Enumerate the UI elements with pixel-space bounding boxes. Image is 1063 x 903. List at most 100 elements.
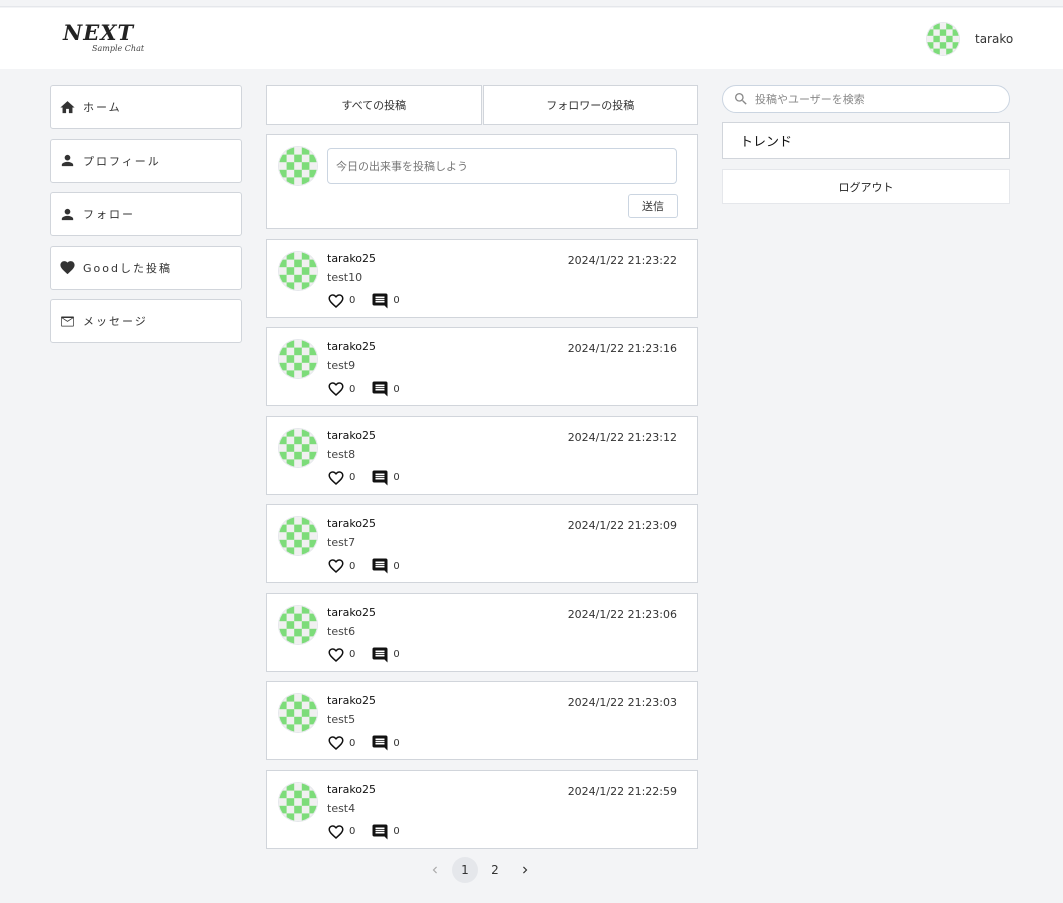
main-column: すべての投稿 フォロワーの投稿 送信 tarako25 2024/1/22 21…: [266, 85, 698, 849]
sidebar-item-follow[interactable]: フォロー: [50, 192, 242, 236]
post-text: test9: [327, 359, 356, 372]
comment-button[interactable]: 0: [371, 292, 400, 310]
heart-outline-icon: [328, 559, 344, 574]
search-icon: [735, 93, 747, 105]
tab-all-posts[interactable]: すべての投稿: [266, 85, 482, 125]
next-page-button[interactable]: [512, 857, 538, 883]
post-text: test7: [327, 536, 356, 549]
sidebar-item-label: メッセージ: [83, 315, 148, 328]
post-timestamp: 2024/1/22 21:22:59: [567, 784, 677, 798]
right-column: トレンド ログアウト: [722, 85, 1010, 204]
like-button[interactable]: 0: [327, 292, 355, 310]
post-card[interactable]: tarako25 2024/1/22 21:22:59 test4 0 0: [266, 769, 698, 849]
person-icon: [59, 152, 76, 169]
sidebar-item-label: ホーム: [83, 101, 122, 114]
heart-outline-icon: [328, 382, 344, 397]
avatar[interactable]: [278, 781, 318, 822]
sidebar-item-label: プロフィール: [83, 154, 161, 168]
post-actions: 0 0: [327, 469, 400, 487]
sidebar-item-label: フォロー: [83, 208, 135, 221]
heart-outline-icon: [328, 736, 344, 751]
comment-button[interactable]: 0: [371, 823, 400, 841]
like-button[interactable]: 0: [327, 646, 355, 664]
like-button[interactable]: 0: [327, 823, 355, 841]
post-card[interactable]: tarako25 2024/1/22 21:23:03 test5 0 0: [266, 681, 698, 760]
post-card[interactable]: tarako25 2024/1/22 21:23:12 test8 0 0: [266, 415, 698, 495]
sidebar-item-profile[interactable]: プロフィール: [50, 138, 242, 183]
page-button-2[interactable]: 2: [482, 857, 508, 883]
avatar[interactable]: [278, 250, 318, 291]
post-card[interactable]: tarako25 2024/1/22 21:23:06 test6 0 0: [266, 592, 698, 672]
like-button[interactable]: 0: [327, 469, 355, 487]
avatar[interactable]: [278, 516, 318, 556]
post-text: test6: [327, 624, 356, 638]
post-timestamp: 2024/1/22 21:23:22: [567, 253, 677, 267]
comment-count: 0: [393, 383, 400, 395]
comment-icon: [372, 293, 388, 308]
comment-button[interactable]: 0: [371, 557, 400, 575]
like-button[interactable]: 0: [327, 734, 355, 752]
post-composer: 送信: [266, 134, 698, 229]
avatar-pattern: [927, 23, 959, 55]
avatar[interactable]: [278, 693, 318, 733]
post-username[interactable]: tarako25: [327, 694, 376, 707]
like-count: 0: [349, 472, 356, 483]
like-count: 0: [349, 560, 356, 572]
comment-icon: [372, 824, 388, 839]
avatar[interactable]: [278, 604, 318, 645]
avatar-pattern: [279, 340, 317, 378]
prev-page-button[interactable]: [422, 857, 448, 883]
comment-count: 0: [393, 560, 400, 572]
comment-button[interactable]: 0: [371, 469, 400, 487]
sidebar-item-home[interactable]: ホーム: [50, 85, 242, 129]
comment-button[interactable]: 0: [371, 734, 400, 752]
like-button[interactable]: 0: [327, 557, 355, 575]
heart-outline-icon: [328, 647, 344, 662]
top-border: [0, 0, 1063, 7]
post-actions: 0 0: [327, 292, 400, 310]
comment-button[interactable]: 0: [371, 646, 400, 664]
page-button-1[interactable]: 1: [452, 857, 478, 883]
post-input[interactable]: [327, 148, 677, 184]
logo[interactable]: NEXT Sample Chat: [63, 22, 144, 58]
post-username[interactable]: tarako25: [327, 429, 376, 442]
search-input[interactable]: [755, 92, 995, 106]
comment-icon: [372, 647, 388, 662]
comment-count: 0: [393, 472, 400, 483]
post-username[interactable]: tarako25: [327, 783, 376, 796]
post-text: test10: [327, 270, 363, 284]
header-username: tarako: [975, 32, 1014, 46]
logout-button[interactable]: ログアウト: [722, 169, 1010, 204]
tab-follower-posts[interactable]: フォロワーの投稿: [482, 85, 698, 125]
post-username[interactable]: tarako25: [327, 252, 376, 265]
post-username[interactable]: tarako25: [327, 606, 376, 619]
post-card[interactable]: tarako25 2024/1/22 21:23:09 test7 0 0: [266, 504, 698, 583]
post-list: tarako25 2024/1/22 21:23:22 test10 0 0 t…: [266, 238, 698, 849]
comment-button[interactable]: 0: [371, 380, 400, 398]
like-button[interactable]: 0: [327, 380, 355, 398]
sidebar-item-good-posts[interactable]: Goodした投稿: [50, 245, 242, 290]
person-icon: [59, 206, 76, 223]
sidebar-item-messages[interactable]: メッセージ: [50, 299, 242, 343]
post-card[interactable]: tarako25 2024/1/22 21:23:22 test10 0 0: [266, 238, 698, 318]
avatar[interactable]: [926, 22, 960, 56]
avatar-pattern: [279, 782, 317, 821]
post-text: test5: [327, 713, 356, 726]
heart-icon: [59, 259, 76, 276]
header-user[interactable]: tarako: [926, 22, 1013, 56]
mail-icon: [59, 313, 76, 330]
post-username[interactable]: tarako25: [327, 340, 376, 353]
heart-outline-icon: [328, 293, 344, 308]
search-box[interactable]: [722, 85, 1010, 113]
send-button[interactable]: 送信: [628, 194, 678, 218]
comment-count: 0: [393, 295, 400, 306]
avatar-pattern: [279, 694, 317, 732]
post-username[interactable]: tarako25: [327, 517, 376, 530]
comment-count: 0: [393, 649, 400, 660]
avatar[interactable]: [278, 339, 318, 379]
trend-panel[interactable]: トレンド: [722, 122, 1010, 159]
avatar-pattern: [279, 251, 317, 290]
post-card[interactable]: tarako25 2024/1/22 21:23:16 test9 0 0: [266, 327, 698, 406]
avatar[interactable]: [278, 427, 318, 468]
avatar-pattern: [279, 147, 317, 185]
